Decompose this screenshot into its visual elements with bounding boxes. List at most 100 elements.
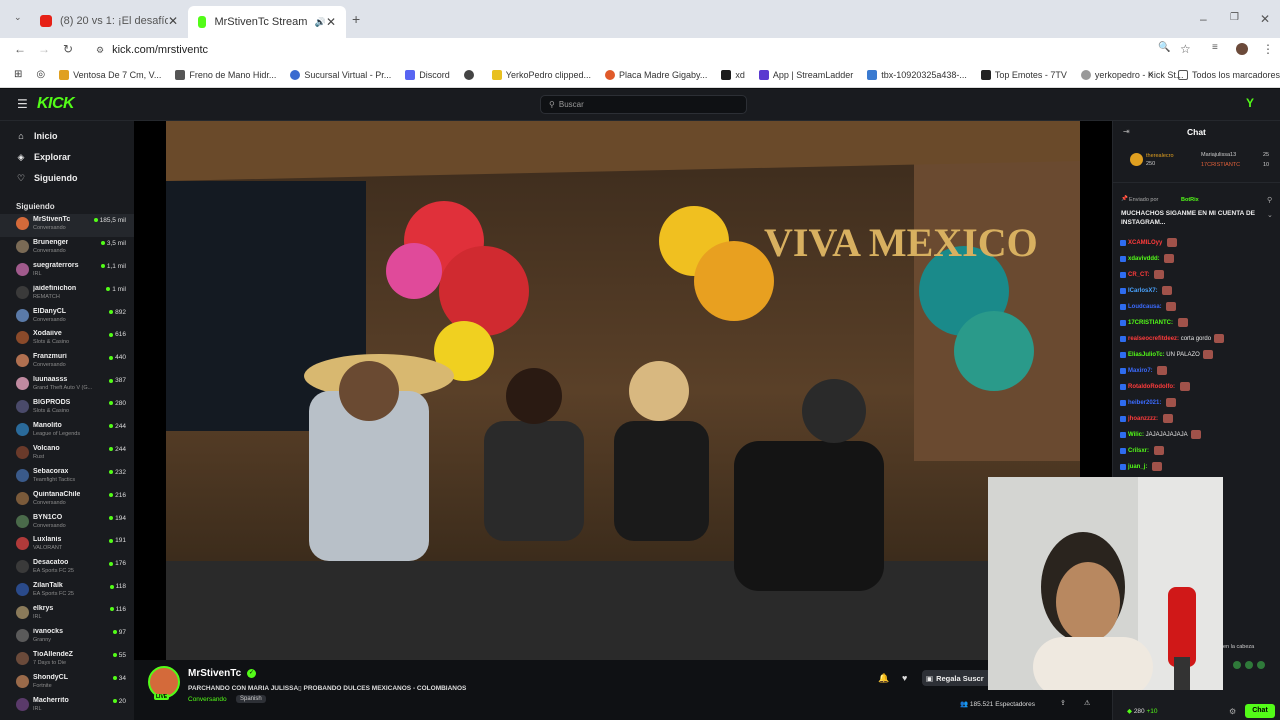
chat-message[interactable]: 17CRISTIANTC: [1120,318,1188,327]
chat-username[interactable]: EliasJulioTc: [1128,352,1165,358]
chat-message[interactable]: ICarlosX7: [1120,286,1173,295]
chat-message[interactable]: Maxiro7: [1120,366,1168,375]
bookmark-item[interactable]: Top Emotes - 7TV [980,69,1067,80]
chat-message[interactable]: jhoanzzzz: [1120,414,1173,423]
address-bar[interactable]: ⚙ kick.com/mrstiventc [88,40,1188,60]
bookmark-item[interactable]: App | StreamLadder [758,69,853,80]
sidebar-channel-item[interactable]: Xodaiive Slots & Casino 616 [0,328,134,351]
emote-icon[interactable] [1245,661,1253,669]
media-controls-icon[interactable]: ≡ [1212,42,1218,53]
sidebar-channel-item[interactable]: Franzmuri Conversando 440 [0,351,134,374]
user-avatar[interactable]: Y [1246,96,1254,110]
close-window-icon[interactable]: ✕ [1260,12,1270,26]
sidebar-channel-item[interactable]: Luxlanis VALORANT 191 [0,534,134,557]
sidebar-channel-item[interactable]: ElDanyCL Conversando 892 [0,306,134,329]
kick-logo[interactable]: KICK [37,95,75,113]
chat-username[interactable]: ICarlosX7: [1128,288,1158,294]
chat-message[interactable]: EliasJulioTc: UN PALAZO [1120,350,1213,359]
chat-username[interactable]: XCAMILOyy [1128,240,1162,246]
chat-message[interactable]: realseocrefitdeez: corta gordo [1120,334,1225,343]
back-icon[interactable]: ← [14,42,26,56]
bookmark-item[interactable]: yerkopedro - Kick St... [1080,69,1183,80]
sidebar-channel-item[interactable]: QuintanaChile Conversando 216 [0,489,134,512]
tab-kick[interactable]: MrStivenTc Stream - Watch 🔊 ✕ [188,6,346,38]
new-tab-icon[interactable]: + [352,11,360,27]
follow-heart-icon[interactable]: ♥ [902,673,907,683]
sidebar-channel-item[interactable]: ivanocks Granny 97 [0,626,134,649]
chat-username[interactable]: 17CRISTIANTC: [1128,320,1173,326]
video-player[interactable]: VIVA MEXICO [134,121,1112,661]
chat-message[interactable]: RotaldoRodolfo: [1120,382,1190,391]
sidebar-channel-item[interactable]: BIGPRODS Slots & Casino 280 [0,397,134,420]
bookmark-item[interactable]: Sucursal Virtual - Pr... [290,69,391,80]
sidebar-channel-item[interactable]: TioAllendeZ 7 Days to Die 55 [0,649,134,672]
chat-username[interactable]: Wilic: [1128,432,1144,438]
chat-username[interactable]: jhoanzzzz: [1128,416,1158,422]
bookmark-item[interactable] [463,69,478,80]
sidebar-channel-item[interactable]: Volcano Rust 244 [0,443,134,466]
sidebar-channel-item[interactable]: jaidefinichon REMATCH 1 mil [0,283,134,306]
channel-name[interactable]: MrStivenTc [188,668,241,679]
tab-list-chevron-icon[interactable]: ⌄ [14,12,22,23]
chat-username[interactable]: Crilsxr: [1128,448,1149,454]
zoom-icon[interactable]: 🔍 [1158,42,1170,53]
site-info-icon[interactable]: ⚙ [96,45,104,56]
share-icon[interactable]: ⇪ [1060,699,1066,707]
chat-settings-icon[interactable]: ⚙ [1229,707,1236,716]
reload-icon[interactable]: ↻ [63,42,73,56]
bookmark-item[interactable]: Ventosa De 7 Cm, V... [59,69,161,80]
chat-message[interactable]: CR_CT: [1120,270,1165,279]
report-icon[interactable]: ⚠ [1084,699,1090,707]
chat-message[interactable]: Crilsxr: [1120,446,1164,455]
sidebar-channel-item[interactable]: BYN1CO Conversando 194 [0,512,134,535]
close-tab-icon[interactable]: ✕ [168,14,178,28]
minimize-icon[interactable]: – [1200,12,1207,26]
menu-kebab-icon[interactable]: ⋮ [1262,42,1274,56]
chat-message[interactable]: xdavivddd: [1120,254,1175,263]
bookmark-item[interactable]: xd [721,69,745,80]
sidebar-channel-item[interactable]: luunaasss Grand Theft Auto V (G... 387 [0,374,134,397]
forward-icon[interactable]: → [38,42,50,56]
gift-sub-button[interactable]: ▣ Regala Suscr [922,670,994,686]
nav-home[interactable]: ⌂ Inicio [0,126,134,146]
chat-message[interactable]: juan_j: [1120,462,1163,471]
chat-message[interactable]: XCAMILOyy [1120,238,1178,247]
audio-icon[interactable]: 🔊 [315,17,326,28]
channel-points[interactable]: ◆ 280 +10 [1127,707,1158,715]
bookmark-item[interactable]: Discord [405,69,450,80]
sidebar-channel-item[interactable]: Sebacorax Teamfight Tactics 232 [0,466,134,489]
sidebar-channel-item[interactable]: Desacatoo EA Sports FC 25 176 [0,557,134,580]
chat-username[interactable]: heiber2021: [1128,400,1161,406]
bookmark-star-icon[interactable]: ☆ [1180,42,1191,56]
all-bookmarks[interactable]: Todos los marcadores [1178,70,1280,80]
tab-youtube[interactable]: (8) 20 vs 1: ¡El desafío definiti ✕ [30,8,188,34]
sidebar-channel-item[interactable]: Brunenger Conversando 3,5 mil [0,237,134,260]
nav-explore[interactable]: ◈ Explorar [0,147,134,167]
chat-message[interactable]: Loudcausa: [1120,302,1177,311]
chat-username[interactable]: RotaldoRodolfo: [1128,384,1175,390]
pin-toggle-icon[interactable]: ⚲ [1267,196,1272,204]
chat-username[interactable]: realseocrefitdeez: [1128,336,1179,342]
chat-username[interactable]: Loudcausa: [1128,304,1162,310]
chat-username[interactable]: juan_j: [1128,464,1147,470]
expand-pin-icon[interactable]: ⌄ [1267,211,1273,219]
emote-icon[interactable] [1257,661,1265,669]
language-tag[interactable]: Spanish [236,695,266,703]
sidebar-channel-item[interactable]: MrStivenTc Conversando 185,5 mil [0,214,134,237]
sidebar-channel-item[interactable]: elkrys IRL 116 [0,603,134,626]
hamburger-menu-icon[interactable]: ☰ [17,97,28,111]
restore-icon[interactable]: ❐ [1230,12,1239,23]
bookmark-item[interactable]: tbx-10920325a438-... [867,69,967,80]
sidebar-channel-item[interactable]: ZilanTalk EA Sports FC 25 118 [0,580,134,603]
collapse-chat-icon[interactable]: ⇥ [1123,127,1130,136]
sidebar-channel-item[interactable]: ShondyCL Fortnite 34 [0,672,134,695]
chat-username[interactable]: Maxiro7: [1128,368,1153,374]
close-tab-icon[interactable]: ✕ [326,15,336,29]
sidebar-channel-item[interactable]: Macherrito IRL 20 [0,695,134,718]
bookmark-item[interactable]: Placa Madre Gigaby... [605,69,707,80]
chat-message[interactable]: heiber2021: [1120,398,1177,407]
more-bookmarks-icon[interactable]: » [1148,69,1154,80]
nav-following[interactable]: ♡ Siguiendo [0,168,134,188]
chat-message[interactable]: Wilic: JAJAJAJAJAJA [1120,430,1201,439]
bell-icon[interactable]: 🔔 [878,673,889,684]
